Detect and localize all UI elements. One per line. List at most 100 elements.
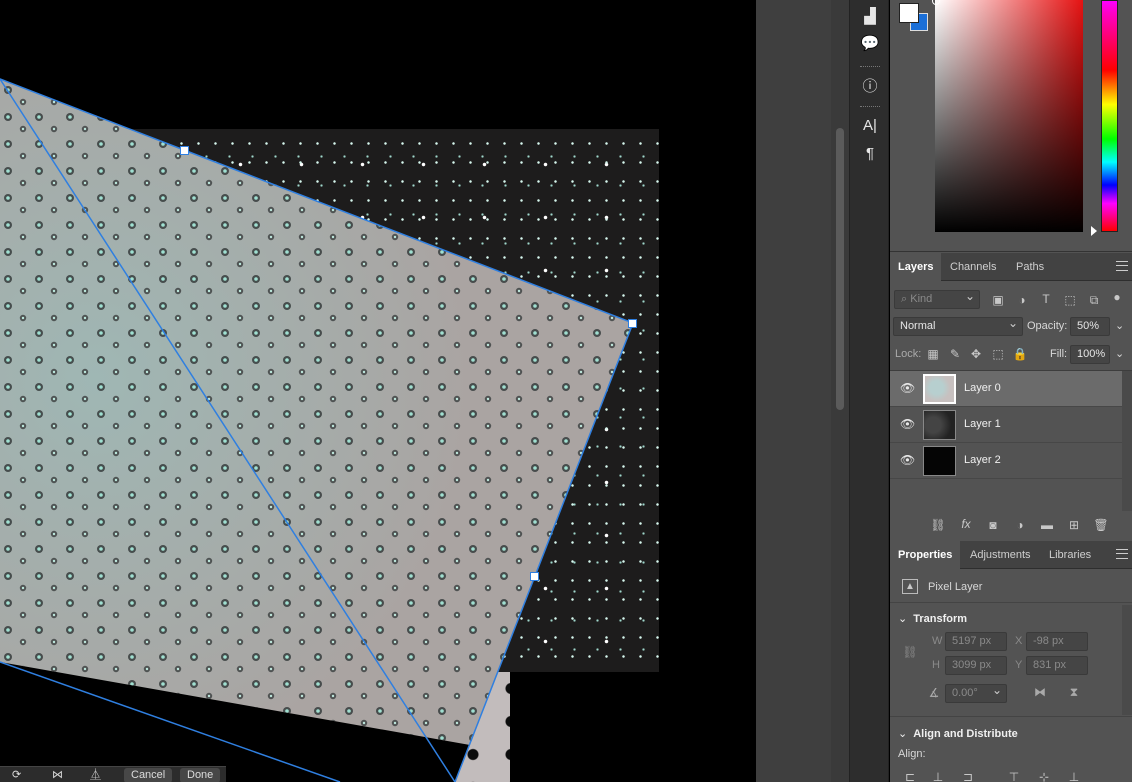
tab-layers[interactable]: Layers xyxy=(890,253,942,281)
new-group-icon[interactable]: ▬ xyxy=(1039,518,1055,532)
layers-panel-menu-icon[interactable] xyxy=(1116,261,1128,271)
transform-title: Transform xyxy=(913,613,968,625)
done-button[interactable]: Done xyxy=(180,768,221,782)
transform-options-bar: ⟳ ⋈ ⏅ Cancel Done xyxy=(0,766,226,782)
opacity-dropdown-icon[interactable]: ⌄ xyxy=(1115,319,1124,332)
filter-smart-object-icon[interactable]: ⧉ xyxy=(1086,293,1102,308)
properties-scrollbar[interactable] xyxy=(1122,605,1132,715)
pixel-layer-icon: ▲ xyxy=(902,579,918,594)
lock-position-icon[interactable]: ✥ xyxy=(968,347,984,361)
properties-panel-tabs: Properties Adjustments Libraries xyxy=(890,541,1132,569)
transformed-layer-0[interactable] xyxy=(0,0,756,782)
character-icon[interactable]: A| xyxy=(856,113,884,137)
foreground-color-swatch[interactable] xyxy=(899,3,919,23)
tab-paths[interactable]: Paths xyxy=(1008,253,1052,281)
color-saturation-field[interactable] xyxy=(935,0,1083,232)
layer-row-layer-2[interactable]: 👁 Layer 2 xyxy=(890,443,1122,479)
layer-name[interactable]: Layer 0 xyxy=(964,382,1001,394)
visibility-eye-icon[interactable]: 👁 xyxy=(900,381,915,395)
flip-horizontal-icon[interactable]: ⧓ xyxy=(1032,685,1048,699)
visibility-eye-icon[interactable]: 👁 xyxy=(900,453,915,467)
transform-handle-top-right[interactable] xyxy=(628,319,637,328)
filter-pixel-icon[interactable]: ▣ xyxy=(990,293,1006,307)
tab-channels[interactable]: Channels xyxy=(942,253,1004,281)
layer-thumbnail xyxy=(923,374,956,404)
layer-name[interactable]: Layer 1 xyxy=(964,418,1001,430)
hue-slider-marker[interactable] xyxy=(1091,226,1097,236)
document-canvas[interactable]: ⟳ ⋈ ⏅ Cancel Done xyxy=(0,0,756,782)
opacity-input[interactable]: 50% xyxy=(1070,317,1110,336)
blend-mode-select[interactable]: Normal xyxy=(893,315,1023,336)
align-top-icon[interactable]: ⊤ xyxy=(1006,770,1022,782)
canvas-vertical-scrollbar[interactable] xyxy=(831,0,849,782)
strip-divider xyxy=(860,106,880,108)
opacity-label: Opacity: xyxy=(1027,320,1068,332)
width-label: W xyxy=(932,635,943,647)
width-input[interactable]: 5197 px xyxy=(945,632,1007,651)
align-center-h-icon[interactable]: ⊥ xyxy=(930,770,946,782)
angle-input[interactable]: 0.00° xyxy=(945,682,1007,703)
layer-row-layer-1[interactable]: 👁 Layer 1 xyxy=(890,407,1122,443)
tab-libraries[interactable]: Libraries xyxy=(1041,541,1099,569)
layer-filter-kind[interactable]: ⌕ Kind xyxy=(894,288,980,309)
hue-slider[interactable] xyxy=(1101,0,1118,232)
plugins-icon[interactable]: ▟ xyxy=(856,4,884,28)
y-label: Y xyxy=(1015,659,1023,671)
new-layer-icon[interactable]: ⊞ xyxy=(1066,518,1082,532)
align-bottom-icon[interactable]: ⊥ xyxy=(1066,770,1082,782)
layer-thumbnail xyxy=(923,446,956,476)
layer-type-label: Pixel Layer xyxy=(928,581,983,593)
cancel-button[interactable]: Cancel xyxy=(124,768,173,782)
tab-adjustments[interactable]: Adjustments xyxy=(962,541,1039,569)
filter-shape-icon[interactable]: ⬚ xyxy=(1062,293,1078,307)
filter-toggle-icon[interactable]: ● xyxy=(1109,290,1125,304)
height-label: H xyxy=(932,659,940,671)
link-layers-icon[interactable]: ⛓ xyxy=(930,518,946,532)
layer-style-fx-icon[interactable]: fx xyxy=(958,517,974,531)
transform-handle-right[interactable] xyxy=(530,572,539,581)
height-input[interactable]: 3099 px xyxy=(945,656,1007,675)
flip-vertical-icon[interactable]: ⧗ xyxy=(1066,685,1082,700)
scrollbar-thumb[interactable] xyxy=(836,128,844,410)
properties-panel-menu-icon[interactable] xyxy=(1116,549,1128,559)
pasteboard xyxy=(756,0,831,782)
rotate-icon[interactable]: ⟳ xyxy=(12,768,21,782)
comments-icon[interactable]: 💬 xyxy=(856,31,884,55)
layer-thumbnail xyxy=(923,410,956,440)
lock-artboard-icon[interactable]: ⬚ xyxy=(990,347,1006,361)
transform-handle-top[interactable] xyxy=(180,146,189,155)
x-label: X xyxy=(1015,635,1023,647)
y-input[interactable]: 831 px xyxy=(1026,656,1088,675)
layers-scrollbar[interactable] xyxy=(1122,371,1132,511)
align-middle-v-icon[interactable]: ⊹ xyxy=(1036,770,1052,782)
tab-properties[interactable]: Properties xyxy=(890,541,961,569)
perspective-icon[interactable]: ⏅ xyxy=(90,768,101,782)
filter-kind-label: Kind xyxy=(910,293,933,305)
align-left-icon[interactable]: ⊏ xyxy=(902,770,918,782)
delete-layer-icon[interactable]: 🗑 xyxy=(1093,518,1109,532)
align-section-header[interactable]: Align and Distribute xyxy=(898,727,1018,740)
x-input[interactable]: -98 px xyxy=(1026,632,1088,651)
info-icon[interactable]: ⓘ xyxy=(856,73,884,97)
filter-adjustment-icon[interactable]: ◑ xyxy=(1014,293,1030,307)
layer-name[interactable]: Layer 2 xyxy=(964,454,1001,466)
lock-transparency-icon[interactable]: ▦ xyxy=(925,347,941,361)
align-label: Align: xyxy=(898,748,926,760)
filter-type-icon[interactable]: T xyxy=(1038,292,1054,306)
warp-icon[interactable]: ⋈ xyxy=(52,768,63,782)
add-mask-icon[interactable]: ◙ xyxy=(985,518,1001,532)
link-dimensions-icon[interactable]: ⛓ xyxy=(902,645,918,659)
lock-label: Lock: xyxy=(895,348,922,360)
lock-all-icon[interactable]: 🔒 xyxy=(1012,347,1028,361)
lock-image-pixels-icon[interactable]: ✎ xyxy=(947,347,963,361)
align-right-icon[interactable]: ⊐ xyxy=(960,770,976,782)
paragraph-icon[interactable]: ¶ xyxy=(856,141,884,165)
strip-divider xyxy=(860,66,880,68)
fill-dropdown-icon[interactable]: ⌄ xyxy=(1115,347,1124,360)
transform-section-header[interactable]: Transform xyxy=(898,612,967,625)
adjustment-layer-icon[interactable]: ◑ xyxy=(1012,518,1028,532)
visibility-eye-icon[interactable]: 👁 xyxy=(900,417,915,431)
right-panels: Layers Channels Paths ⌕ Kind ▣ ◑ T ⬚ ⧉ ●… xyxy=(890,0,1132,782)
fill-input[interactable]: 100% xyxy=(1070,345,1110,364)
layer-row-layer-0[interactable]: 👁 Layer 0 xyxy=(890,371,1122,407)
